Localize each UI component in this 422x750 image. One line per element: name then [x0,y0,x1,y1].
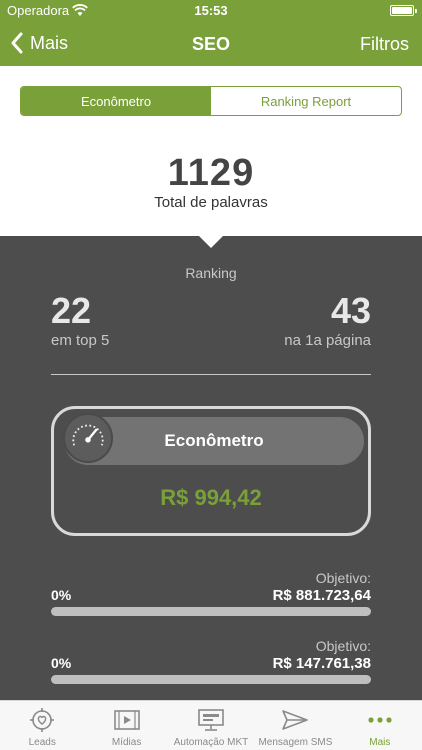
first-page-metric: 43 na 1a página [284,290,371,349]
top-bar: Operadora 15:53 Mais SEO Filtros [0,0,422,66]
more-dots-icon [368,717,392,723]
tab-midias[interactable]: Mídias [84,701,168,750]
econometro-card: Econômetro R$ 994,42 [51,406,371,536]
ranking-heading: Ranking [185,265,237,281]
tab-mensagem-sms[interactable]: Mensagem SMS [253,701,337,750]
tab-label: Mais [369,737,391,748]
leads-target-heart-icon [30,708,55,732]
goal-item: Objetivo: 0% R$ 147.761,38 [51,638,371,688]
segmented-control: Econômetro Ranking Report [20,86,402,116]
top5-label: em top 5 [51,332,110,349]
segment-ranking-report[interactable]: Ranking Report [211,87,401,115]
automation-monitor-icon [198,709,224,731]
battery-icon [390,5,417,16]
goal-percent: 0% [51,587,72,603]
tab-bar: Leads Mídias Automação MKT Mensagem SMS [0,700,422,750]
tab-label: Leads [28,737,56,748]
speedometer-icon [63,413,113,463]
goal-progress-bar [51,675,371,684]
summary-section: Econômetro Ranking Report 1129 Total de … [0,66,422,236]
goal-percent: 0% [51,655,72,671]
tab-automacao-mkt[interactable]: Automação MKT [169,701,253,750]
objective-label: Objetivo: [315,570,371,586]
goal-value: R$ 147.761,38 [272,655,371,672]
navigation-bar: Mais SEO Filtros [0,22,422,66]
page-title: SEO [191,34,230,54]
first-page-value: 43 [330,290,371,331]
tab-label: Mensagem SMS [258,737,333,748]
top5-metric: 22 em top 5 [51,290,109,349]
first-page-label: na 1a página [284,332,371,349]
tab-leads[interactable]: Leads [0,701,84,750]
clock: 15:53 [194,3,228,18]
objective-label: Objetivo: [315,638,371,654]
media-film-icon [113,710,140,730]
total-words-value: 1129 [167,152,255,194]
tab-label: Mídias [111,737,142,748]
goal-progress-bar [51,607,371,616]
goal-item: Objetivo: 0% R$ 881.723,64 [51,570,371,620]
tab-label: Automação MKT [173,737,249,748]
section-pointer [199,236,223,248]
econometro-value: R$ 994,42 [160,485,262,510]
status-bar: Operadora 15:53 [0,0,422,22]
divider [51,374,371,375]
top5-value: 22 [51,290,92,331]
send-paper-plane-icon [282,710,309,730]
segment-econometro[interactable]: Econômetro [21,87,211,115]
goal-value: R$ 881.723,64 [272,587,371,604]
total-words-label: Total de palavras [154,194,268,211]
filters-button[interactable]: Filtros [360,34,409,55]
tab-mais[interactable]: Mais [338,701,422,750]
